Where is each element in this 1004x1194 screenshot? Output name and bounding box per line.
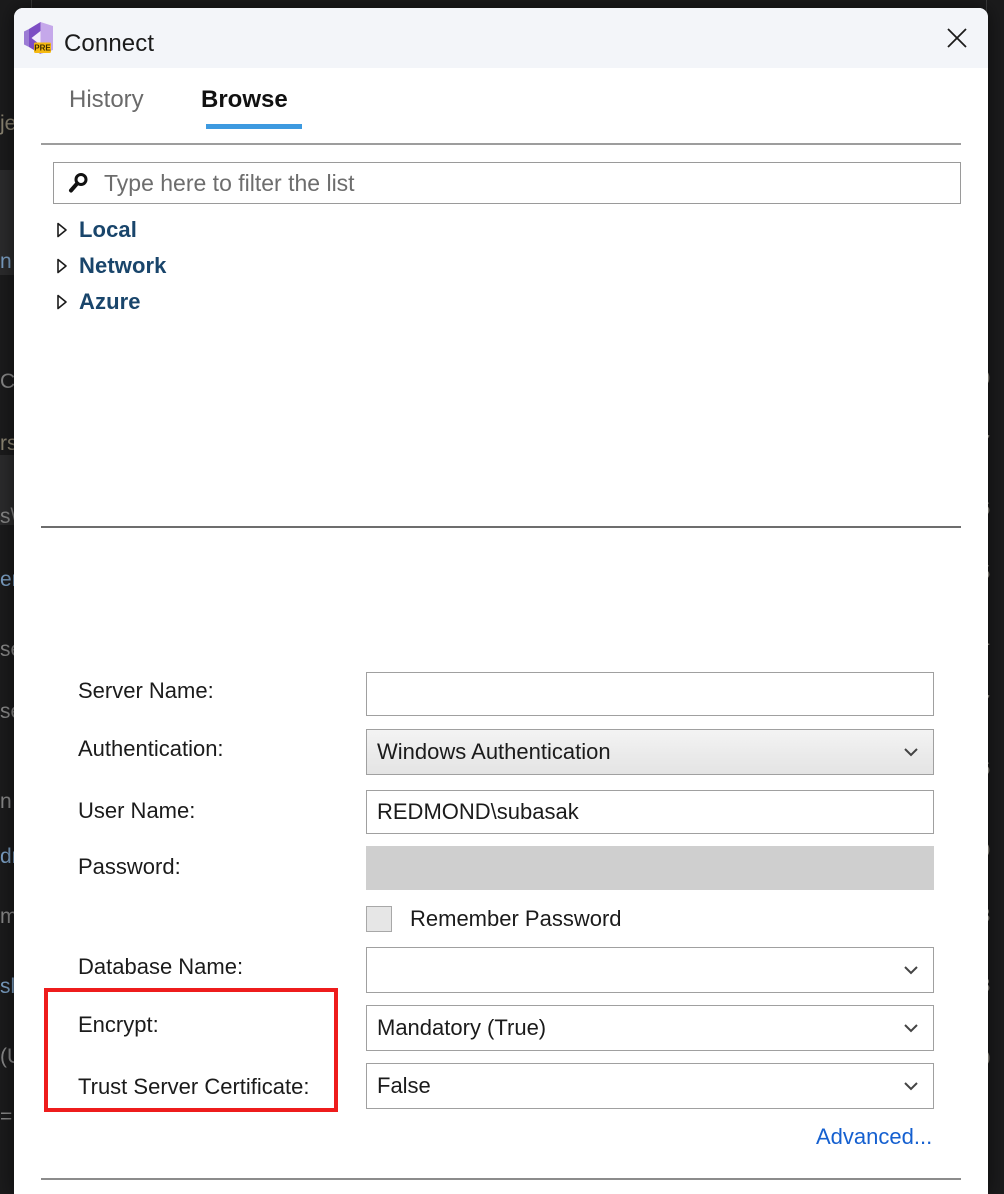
server-name-label: Server Name:	[78, 678, 214, 703]
tree-item-azure[interactable]: Azure	[53, 286, 141, 318]
svg-text:PRE: PRE	[34, 44, 51, 53]
search-input[interactable]: Type here to filter the list	[53, 162, 961, 204]
database-name-label: Database Name:	[78, 954, 244, 979]
encrypt-label: Encrypt:	[78, 1012, 159, 1037]
advanced-link[interactable]: Advanced...	[816, 1124, 932, 1150]
encrypt-value: Mandatory (True)	[377, 1015, 547, 1040]
chevron-down-icon[interactable]	[903, 1023, 919, 1033]
authentication-value: Windows Authentication	[377, 739, 611, 764]
chevron-down-icon[interactable]	[903, 747, 919, 757]
password-field	[366, 846, 934, 890]
tree-item-local[interactable]: Local	[53, 214, 137, 246]
chevron-right-icon[interactable]	[53, 293, 71, 311]
dialog-body: History Browse Type here to filter the l…	[14, 68, 988, 1194]
database-name-dropdown[interactable]	[366, 947, 934, 993]
trust-server-certificate-value: False	[377, 1073, 431, 1098]
remember-password-row[interactable]: Remember Password	[366, 906, 622, 932]
encrypt-dropdown[interactable]: Mandatory (True)	[366, 1005, 934, 1051]
background-text-fragment: =	[0, 1105, 13, 1128]
tree-item-network[interactable]: Network	[53, 250, 167, 282]
user-name-value[interactable]: REDMOND\subasak	[366, 790, 934, 834]
tab-selected-indicator	[206, 124, 302, 129]
connect-dialog: PRE Connect History Browse Type here to …	[14, 8, 988, 1194]
database-name-combo[interactable]	[366, 947, 934, 993]
password-value	[366, 846, 934, 890]
background-text-fragment: n	[0, 790, 12, 813]
tree-item-label: Network	[79, 253, 167, 278]
server-name-value[interactable]	[366, 672, 934, 716]
user-name-label: User Name:	[78, 798, 196, 823]
chevron-right-icon[interactable]	[53, 257, 71, 275]
background-text-fragment: sl	[0, 975, 16, 998]
background-text-fragment: n	[0, 250, 12, 273]
server-name-field[interactable]	[366, 672, 934, 716]
close-icon[interactable]	[926, 8, 988, 68]
encrypt-combo[interactable]: Mandatory (True)	[366, 1005, 934, 1051]
tree-item-label: Local	[79, 217, 137, 242]
dialog-title: Connect	[64, 30, 155, 57]
password-label: Password:	[78, 854, 181, 879]
user-name-field[interactable]: REDMOND\subasak	[366, 790, 934, 834]
section-divider	[41, 526, 961, 528]
chevron-down-icon[interactable]	[903, 1081, 919, 1091]
tree-item-label: Azure	[79, 289, 141, 314]
tab-history[interactable]: History	[69, 86, 144, 114]
trust-server-certificate-dropdown[interactable]: False	[366, 1063, 934, 1109]
trust-server-certificate-combo[interactable]: False	[366, 1063, 934, 1109]
dialog-titlebar: PRE Connect	[14, 8, 988, 68]
authentication-combo[interactable]: Windows Authentication	[366, 729, 934, 775]
search-placeholder: Type here to filter the list	[104, 169, 355, 196]
tab-browse[interactable]: Browse	[201, 86, 288, 114]
chevron-down-icon[interactable]	[903, 965, 919, 975]
footer-divider	[41, 1178, 961, 1180]
remember-password-checkbox[interactable]	[366, 906, 392, 932]
visual-studio-preview-icon: PRE	[22, 21, 58, 55]
authentication-dropdown[interactable]: Windows Authentication	[366, 729, 934, 775]
search-icon	[69, 173, 88, 193]
remember-password-label: Remember Password	[410, 906, 622, 931]
trust-server-certificate-label: Trust Server Certificate:	[78, 1074, 310, 1099]
tabs-divider	[41, 143, 961, 145]
authentication-label: Authentication:	[78, 736, 224, 761]
chevron-right-icon[interactable]	[53, 221, 71, 239]
